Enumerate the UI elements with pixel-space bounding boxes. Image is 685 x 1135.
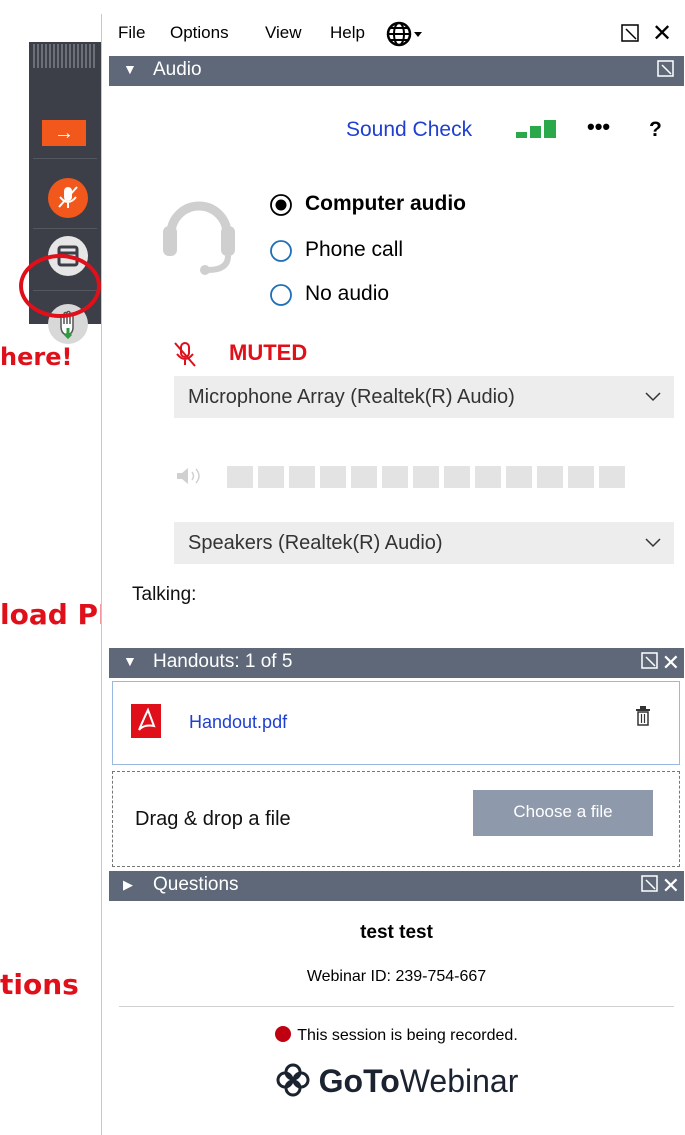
handouts-section: Handout.pdf Drag & drop a file Choose a … [109,679,684,869]
radio-selected-icon [270,194,292,216]
recording-notice: This session is being recorded. [109,1026,684,1045]
toolbar-grip[interactable] [33,44,97,68]
annotation-raise-hand: here! [0,343,73,371]
speakers-select[interactable]: Speakers (Realtek(R) Audio) [174,522,674,564]
webinar-id: Webinar ID: 239-754-667 [306,968,487,985]
radio-label: No audio [305,282,390,305]
divider [119,1006,674,1007]
menu-help[interactable]: Help [330,23,365,43]
help-button[interactable]: ? [649,118,662,142]
menu-bar: File Options View Help ✕ [102,14,685,56]
audio-section: Sound Check ••• ? Computer audio Phone c… [109,86,684,646]
radio-label: Phone call [305,238,404,261]
chevron-down-icon [645,392,661,402]
trash-icon[interactable] [635,706,651,726]
handout-filename[interactable]: Handout.pdf [189,712,287,733]
chevron-down-icon [645,538,661,548]
handouts-title: Handouts: 1 of 5 [153,651,293,672]
radio-label: Computer audio [305,192,466,215]
menu-file[interactable]: File [118,23,145,43]
choose-file-label: Choose a file [513,802,613,821]
sound-check-link[interactable]: Sound Check [346,118,472,142]
mic-muted-icon [174,342,196,367]
annotation-questions: tions [0,968,79,1001]
logo-light: Webinar [399,1063,519,1099]
logo-bold: GoTo [318,1063,400,1099]
language-dropdown[interactable] [386,21,426,52]
organizer-name: test test [360,922,433,943]
expand-triangle-icon: ▶ [123,877,133,892]
microphone-value: Microphone Array (Realtek(R) Audio) [188,386,515,408]
close-icon[interactable]: ✕ [662,873,680,898]
popout-icon[interactable] [640,873,660,893]
more-options-button[interactable]: ••• [587,114,610,140]
globe-icon [386,21,422,47]
mic-toggle-button[interactable] [48,178,88,218]
highlight-circle [19,254,101,318]
menu-options[interactable]: Options [170,23,229,43]
drop-text: Drag & drop a file [135,808,291,830]
gotowebinar-logo: GoToWebinar [109,1062,684,1100]
pdf-icon [131,704,161,738]
menu-view[interactable]: View [265,23,302,43]
session-info: test test Webinar ID: 239-754-667 This s… [109,902,684,1135]
microphone-select[interactable]: Microphone Array (Realtek(R) Audio) [174,376,674,418]
popout-icon[interactable] [640,650,660,670]
handouts-header[interactable]: ▼ Handouts: 1 of 5 ✕ [109,648,684,678]
radio-icon [270,284,292,306]
mic-muted-icon [58,186,78,208]
choose-file-button[interactable]: Choose a file [473,790,653,836]
close-icon[interactable]: ✕ [652,19,672,48]
record-dot-icon [275,1026,292,1042]
questions-header[interactable]: ▶ Questions ✕ [109,871,684,901]
headset-icon [163,201,235,275]
handout-row[interactable]: Handout.pdf [112,681,680,765]
collapse-triangle-icon: ▼ [123,61,137,77]
speaker-icon [177,468,200,484]
toolbar-divider [33,158,97,159]
speakers-value: Speakers (Realtek(R) Audio) [188,532,443,554]
questions-title: Questions [153,874,239,895]
popout-icon[interactable] [656,58,676,84]
signal-level-icon [516,120,556,138]
speaker-level-meter [227,466,637,493]
audio-title: Audio [153,59,202,80]
header-controls: ✕ [640,650,680,676]
popout-icon[interactable] [620,23,640,48]
recording-text: This session is being recorded. [297,1027,518,1044]
control-panel: File Options View Help ✕ ▼ Audio Sound C… [101,14,685,1135]
muted-status: MUTED [229,340,308,365]
audio-header[interactable]: ▼ Audio [109,56,684,86]
radio-icon [270,240,292,262]
collapse-arrow-button[interactable]: → [42,120,86,146]
file-dropzone[interactable]: Drag & drop a file Choose a file [112,771,680,867]
header-controls: ✕ [640,873,680,899]
close-icon[interactable]: ✕ [662,650,680,675]
toolbar-divider [33,228,97,229]
collapse-triangle-icon: ▼ [123,653,137,669]
talking-label: Talking: [132,584,197,605]
flower-logo-icon [276,1063,310,1097]
